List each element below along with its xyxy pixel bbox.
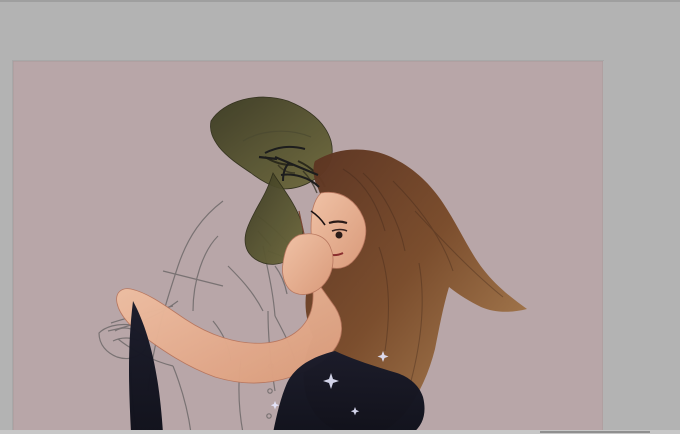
horizontal-scrollbar-thumb[interactable] [540,431,650,433]
canvas-margin-right [603,61,680,430]
canvas-artwork [13,61,603,433]
top-toolbar-edge [0,0,680,2]
drawing-canvas[interactable] [13,61,603,433]
app-workspace [0,0,680,434]
